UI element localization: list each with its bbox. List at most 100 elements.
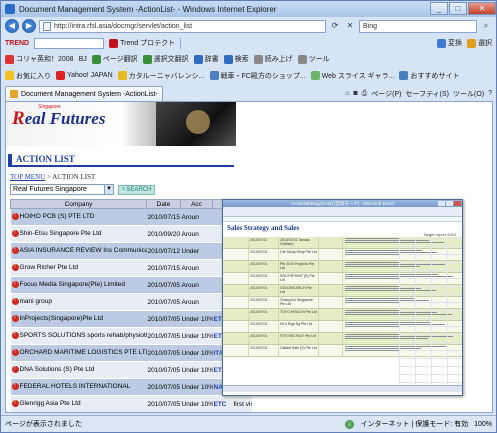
sheet-cell[interactable] (223, 309, 249, 320)
read-aloud-button[interactable]: 読み上げ (253, 54, 293, 64)
maximize-button[interactable]: □ (449, 2, 467, 15)
sheet-cell[interactable] (223, 237, 249, 248)
sheet-company-cell[interactable]: Life Study Shop Pte Ltd (279, 249, 319, 260)
row-company-cell[interactable]: ! FEDERAL HOTELS INTERNATIONAL (10, 378, 147, 396)
page-translate-button[interactable]: ページ翻訳 (91, 54, 138, 64)
tools-button[interactable]: ツール (297, 54, 330, 64)
home-icon[interactable]: ⌂ (345, 90, 349, 97)
favorite-link-yahoo[interactable]: Yahoo! JAPAN (56, 71, 113, 80)
row-company-cell[interactable]: !ASIA INSURANCE REVIEW Ins Communication… (10, 242, 147, 260)
forward-button[interactable]: ▶ (22, 19, 36, 33)
sheet-cell[interactable] (223, 333, 249, 344)
sheet-date-cell[interactable]: 2010/07/01 (249, 249, 279, 260)
sheet-cell[interactable] (319, 297, 343, 308)
page-menu[interactable]: ページ(P) (371, 89, 401, 99)
trend-protect-button[interactable]: Trend プロテクト (109, 38, 175, 48)
sheet-cell[interactable] (319, 309, 343, 320)
favorite-link-catalonia[interactable]: カタルーニャバレンシ... (117, 71, 205, 81)
lookup-button[interactable]: 検索 (223, 54, 249, 64)
excel-close-button[interactable] (454, 201, 461, 206)
row-company-cell[interactable]: ! HOIHO PCB (S) PTE LTD (10, 208, 147, 226)
minimize-button[interactable]: _ (430, 2, 448, 15)
excel-maximize-button[interactable] (446, 201, 453, 206)
top-menu-link[interactable]: TOP MENU (10, 173, 45, 181)
sheet-cell[interactable] (223, 285, 249, 296)
excel-minimize-button[interactable] (438, 201, 445, 206)
row-company-cell[interactable]: ! ORCHARD MARITIME LOGISTICS PTE LTD (10, 344, 147, 362)
sheet-cell[interactable] (223, 249, 249, 260)
sheet-cell[interactable] (223, 345, 249, 356)
excel-window[interactable]: ActionStrategy(Cust) [互換モード] - Microsoft… (222, 199, 463, 396)
sheet-company-cell[interactable]: GOLDEN ARCH Pte Ltd (279, 285, 319, 296)
row-company-cell[interactable]: !SPORTS SOLUTIONS sports rehab/physiothe… (10, 327, 147, 345)
table-row[interactable]: !SPORTS SOLUTIONS sports rehab/physiothe… (10, 327, 252, 345)
feeds-icon[interactable]: ◙ (353, 90, 357, 97)
stop-icon[interactable]: ✕ (344, 20, 356, 32)
sheet-date-cell[interactable]: 2010/07/01 (249, 309, 279, 320)
real-futures-logo[interactable]: Real Futures (12, 108, 105, 130)
sheet-cell[interactable] (319, 345, 343, 356)
col-account[interactable]: Acc (180, 199, 213, 209)
sheet-date-cell[interactable]: 2010/07/11 (249, 237, 279, 248)
row-company-cell[interactable]: ! Grow Richer Pte Ltd (10, 259, 147, 277)
row-company-cell[interactable]: ! DNA Solutions (S) Pte Ltd (10, 361, 147, 379)
sheet-company-cell[interactable]: SOUTHPOINT (S) Pte Ltd (279, 273, 319, 284)
row-company-cell[interactable]: ! mani group (10, 293, 147, 311)
sheet-date-cell[interactable]: 2010/07/01 (249, 333, 279, 344)
safety-menu[interactable]: セーフティ(S) (405, 89, 449, 99)
convert-button[interactable]: 変換 (437, 38, 462, 48)
help-icon[interactable]: ? (488, 90, 492, 97)
sheet-company-cell[interactable]: TOYO HITACHI Pte Ltd (279, 309, 319, 320)
selection-translate-button[interactable]: 選択文翻訳 (142, 54, 189, 64)
col-company[interactable]: Company (10, 199, 147, 209)
refresh-icon[interactable]: ⟳ (329, 20, 341, 32)
sheet-cell[interactable] (319, 261, 343, 272)
row-company-cell[interactable]: ! Focus Media Singapore(Pte) Limited (10, 276, 147, 294)
sheet-cell[interactable] (223, 321, 249, 332)
sheet-cell[interactable] (319, 285, 343, 296)
web-slice-gallery-link[interactable]: Web スライス ギャラ... (310, 71, 394, 81)
sheet-cell[interactable] (319, 237, 343, 248)
toolbar-search-box[interactable] (34, 37, 105, 49)
table-row[interactable]: ! Shin-Etsu Singapore Pte Ltd 2010/09/20 Ar… (10, 225, 252, 243)
table-row[interactable]: !ASIA INSURANCE REVIEW Ins Communication… (10, 242, 252, 260)
search-input[interactable]: Bing (359, 19, 477, 33)
sheet-cell[interactable] (223, 297, 249, 308)
dictionary-button[interactable]: 辞書 (193, 54, 219, 64)
select-button[interactable]: 選択 (467, 38, 492, 48)
back-button[interactable]: ◀ (5, 19, 19, 33)
tools-menu[interactable]: ツール(O) (453, 89, 484, 99)
table-row[interactable]: ! ORCHARD MARITIME LOGISTICS PTE LTD 2010/… (10, 344, 252, 362)
sheet-date-cell[interactable]: 2010/07/01 (249, 321, 279, 332)
row-company-cell[interactable]: ! InProjects(Singapore)Pte Ltd (10, 310, 147, 328)
tab-action-list[interactable]: Document Management System -ActionList- (5, 86, 163, 101)
sheet-cell[interactable] (319, 273, 343, 284)
sheet-cell[interactable] (319, 321, 343, 332)
zoom-control[interactable]: 100% (474, 421, 492, 428)
close-button[interactable]: ✕ (468, 2, 496, 15)
sheet-company-cell[interactable]: FITS RECRUIT Pte Ltd (279, 333, 319, 344)
sheet-date-cell[interactable]: 2010/07/01 (249, 345, 279, 356)
bj-button[interactable]: BJ (79, 56, 87, 63)
sheet-date-cell[interactable]: 2010/07/01 (249, 273, 279, 284)
korya-button[interactable]: コリャ英和！2008 (5, 54, 74, 64)
search-icon[interactable]: ⌕ (480, 20, 492, 32)
table-row[interactable]: ! DNA Solutions (S) Pte Ltd 2010/07/05 Unde… (10, 361, 252, 379)
sheet-company-cell[interactable]: Gallant Sale (S) Pte Ltd (279, 345, 319, 356)
search-button[interactable]: ⌕ SEARCH (118, 184, 156, 195)
row-company-cell[interactable]: ! Shin-Etsu Singapore Pte Ltd (10, 225, 147, 243)
col-date[interactable]: Date (146, 199, 181, 209)
sheet-date-cell[interactable]: 2010/07/01 (249, 261, 279, 272)
sheet-cell[interactable] (319, 333, 343, 344)
print-icon[interactable]: ⎙ (362, 90, 368, 98)
table-row[interactable]: ! Glenrigg Asia Pte Ltd 2010/07/05 Under 10… (10, 395, 252, 412)
url-input[interactable]: http://intra.rfsl.asia/docmgr/servlet/ac… (39, 19, 326, 33)
table-row[interactable]: ! Grow Richer Pte Ltd 2010/07/15 Aroun (10, 259, 252, 277)
sheet-date-cell[interactable]: 2010/07/01 (249, 297, 279, 308)
table-row[interactable]: ! FEDERAL HOTELS INTERNATIONAL 2010/07/05 U… (10, 378, 252, 396)
sheet-company-cell[interactable]: Champion Singapore Pte Ltd (279, 297, 319, 308)
table-row[interactable]: ! mani group 2010/07/05 Aroun (10, 293, 252, 311)
suggested-sites-link[interactable]: おすすめサイト (399, 71, 459, 81)
row-company-cell[interactable]: ! Glenrigg Asia Pte Ltd (10, 395, 147, 412)
sheet-cell[interactable] (319, 249, 343, 260)
